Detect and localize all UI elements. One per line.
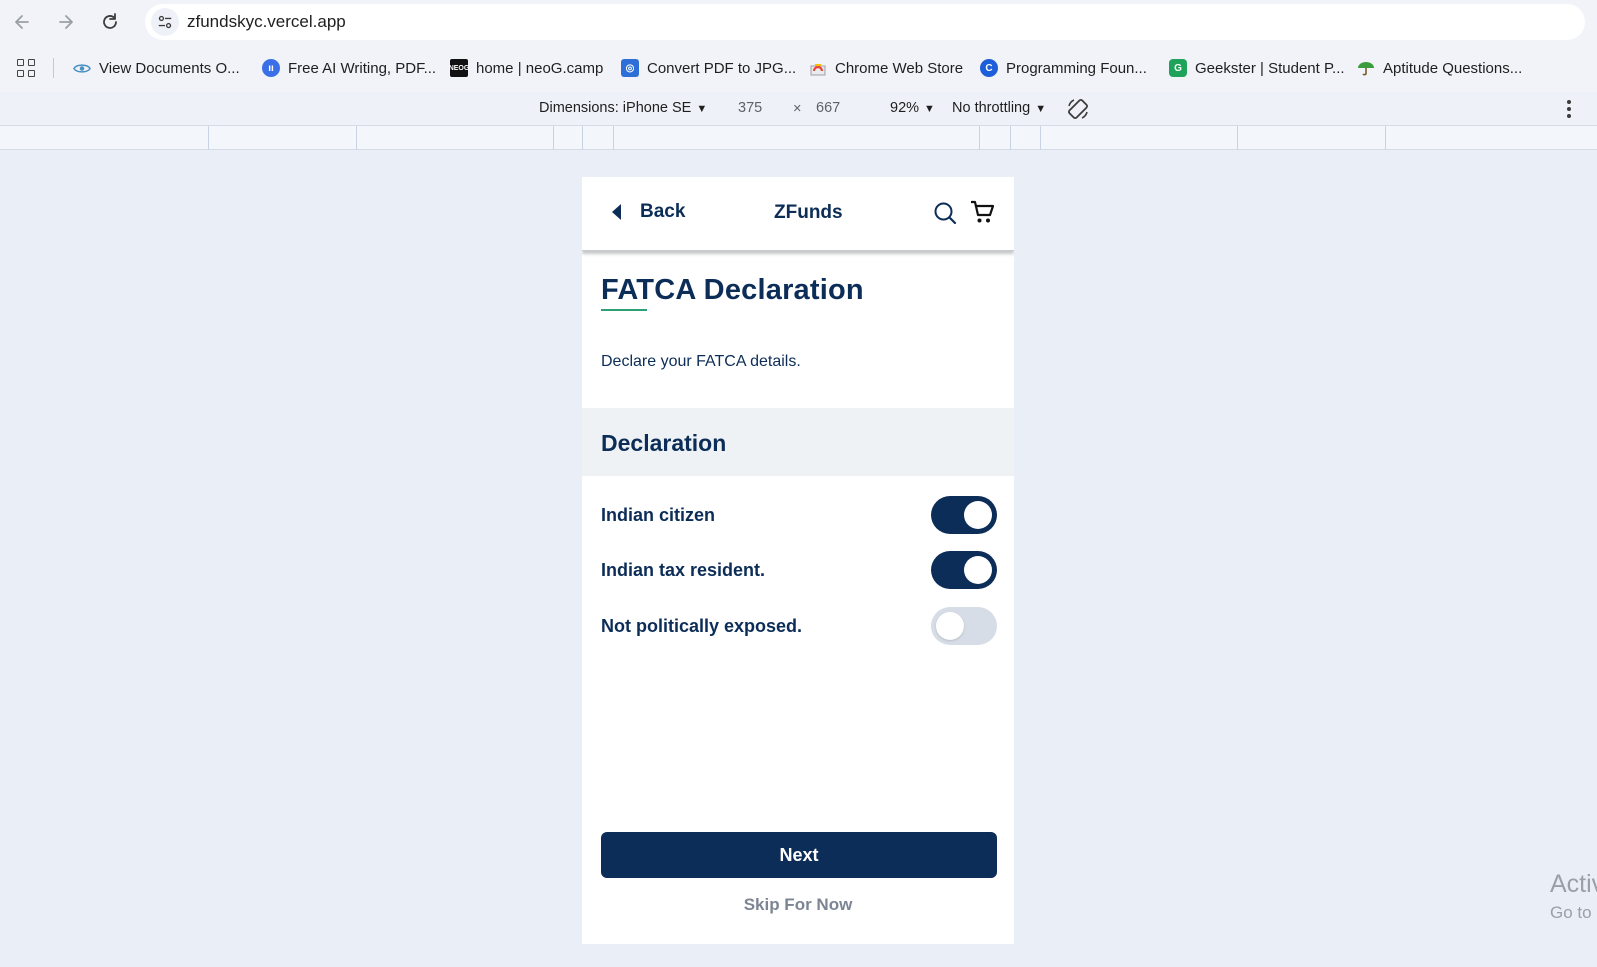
toggle-knob [936, 612, 964, 640]
back-label: Back [640, 201, 686, 222]
toggle-label: Indian tax resident. [601, 560, 766, 580]
bookmark-separator [53, 58, 54, 78]
activate-windows-subtext: Go to [1550, 903, 1592, 922]
toggle-knob [964, 501, 992, 529]
zoom-dropdown[interactable]: 92% ▼ [890, 100, 935, 116]
bookmark-chrome-web-store[interactable]: Chrome Web Store [809, 57, 963, 79]
next-button[interactable]: Next [601, 832, 997, 878]
bookmark-programming-foundations[interactable]: C Programming Foun... [980, 57, 1147, 79]
caret-down-icon: ▼ [924, 103, 935, 115]
width-input[interactable]: 375 [738, 100, 762, 116]
browser-toolbar: zfundskyc.vercel.app [0, 0, 1597, 44]
height-input[interactable]: 667 [816, 100, 840, 116]
caret-down-icon: ▼ [696, 103, 708, 115]
neog-icon: NEOG [449, 59, 469, 77]
bookmark-label: Free AI Writing, PDF... [288, 59, 437, 77]
rotate-device-icon[interactable] [1066, 97, 1090, 121]
toggle-row-not-politically-exposed: Not politically exposed. [601, 607, 997, 645]
back-button[interactable]: Back [612, 201, 685, 223]
skip-for-now-link[interactable]: Skip For Now [582, 895, 1014, 915]
search-icon[interactable] [933, 201, 957, 225]
bookmark-aptitude-questions[interactable]: Aptitude Questions... [1357, 57, 1522, 79]
zoom-value: 92% [890, 100, 920, 116]
bookmark-view-documents[interactable]: View Documents O... [73, 57, 240, 79]
url-text[interactable]: zfundskyc.vercel.app [187, 12, 346, 32]
declaration-section-header: Declaration [582, 408, 1014, 476]
bookmark-free-ai-writing[interactable]: ıı Free AI Writing, PDF... [262, 57, 436, 79]
page-subtitle: Declare your FATCA details. [601, 353, 801, 370]
address-bar[interactable]: zfundskyc.vercel.app [145, 4, 1585, 40]
arrow-right-icon [59, 15, 73, 29]
page-title: FATCA Declaration [601, 274, 864, 306]
app-title: ZFunds [774, 202, 843, 223]
chevron-left-icon [612, 204, 621, 220]
bookmarks-bar: View Documents O... ıı Free AI Writing, … [0, 44, 1597, 92]
bookmark-label: Geekster | Student P... [1195, 59, 1345, 77]
umbrella-icon [1357, 59, 1375, 77]
indian-tax-resident-toggle[interactable] [931, 551, 997, 589]
bookmark-neog-camp[interactable]: NEOG home | neoG.camp [449, 57, 604, 79]
times-separator: × [793, 101, 802, 117]
bookmark-label: home | neoG.camp [476, 59, 604, 77]
title-underline [601, 309, 647, 311]
more-options-icon[interactable] [1567, 100, 1573, 118]
geekster-icon: G [1169, 59, 1187, 77]
reload-button[interactable] [90, 2, 130, 42]
back-nav-button[interactable] [2, 2, 42, 42]
indian-citizen-toggle[interactable] [931, 496, 997, 534]
eye-icon [73, 59, 91, 77]
bookmark-label: Programming Foun... [1006, 59, 1147, 77]
dimensions-label: Dimensions: iPhone SE [539, 100, 692, 116]
chrome-store-icon [809, 59, 827, 77]
not-politically-exposed-toggle[interactable] [931, 607, 997, 645]
section-title: Declaration [601, 430, 727, 456]
toggle-row-indian-tax-resident: Indian tax resident. [601, 551, 997, 589]
dimensions-dropdown[interactable]: Dimensions: iPhone SE ▼ [539, 100, 707, 116]
bookmark-convert-pdf[interactable]: ◎ Convert PDF to JPG... [621, 57, 796, 79]
device-viewport: Back ZFunds FATCA Declaration Declare yo… [582, 177, 1014, 944]
bookmark-label: Convert PDF to JPG... [647, 59, 797, 77]
bookmark-geekster[interactable]: G Geekster | Student P... [1169, 57, 1345, 79]
toggle-row-indian-citizen: Indian citizen [601, 496, 997, 534]
reload-icon [103, 13, 117, 29]
app-header: Back ZFunds [582, 177, 1014, 251]
media-query-ruler[interactable] [0, 126, 1597, 150]
toggle-label: Indian citizen [601, 505, 716, 525]
throttling-dropdown[interactable]: No throttling ▼ [952, 100, 1046, 116]
caret-down-icon: ▼ [1035, 103, 1047, 115]
toggle-label: Not politically exposed. [601, 616, 803, 636]
cart-icon[interactable] [969, 199, 995, 225]
throttling-value: No throttling [952, 100, 1031, 116]
site-info-icon[interactable] [151, 8, 179, 36]
bookmark-label: View Documents O... [99, 59, 240, 77]
toggle-knob [964, 556, 992, 584]
arrow-left-icon [15, 15, 29, 29]
bookmark-label: Chrome Web Store [835, 59, 964, 77]
c-logo-icon: C [980, 59, 998, 77]
apps-grid-icon[interactable] [17, 59, 35, 77]
activate-windows-watermark: Activ [1550, 870, 1597, 898]
pdf-convert-icon: ◎ [621, 59, 639, 77]
ai-writing-icon: ıı [262, 59, 280, 77]
bookmark-label: Aptitude Questions... [1383, 59, 1523, 77]
device-toolbar: Dimensions: iPhone SE ▼ 375 × 667 92% ▼ No… [0, 92, 1597, 126]
forward-nav-button[interactable] [46, 2, 86, 42]
